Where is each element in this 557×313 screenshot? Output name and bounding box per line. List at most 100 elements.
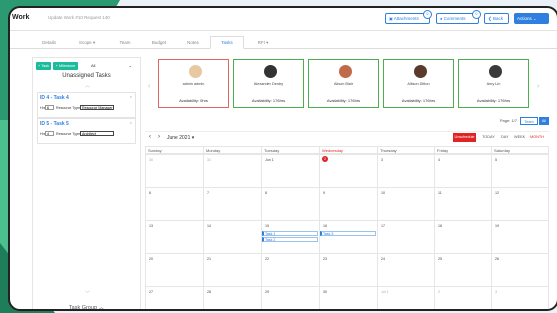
close-icon[interactable]: × bbox=[130, 94, 132, 99]
calendar-day-today[interactable]: 2 bbox=[319, 154, 377, 187]
avatar bbox=[489, 65, 502, 78]
weekday-header: Thursday bbox=[377, 146, 434, 154]
task-title: ID 5 - Task 5 bbox=[40, 121, 69, 127]
weekday-header: Friday bbox=[434, 146, 491, 154]
add-task-button[interactable]: + Task bbox=[36, 62, 51, 70]
chevron-left-icon[interactable]: ‹ bbox=[148, 83, 150, 90]
calendar-day[interactable]: 10 bbox=[377, 187, 434, 220]
tab-notes[interactable]: Notes bbox=[178, 37, 208, 48]
calendar-day[interactable]: 11 bbox=[434, 187, 491, 220]
resource-availability: Availability: 176hrs bbox=[401, 98, 436, 103]
calendar-day[interactable]: 12 bbox=[491, 187, 549, 220]
chevron-up-icon[interactable]: ︿ bbox=[85, 82, 90, 89]
week-view-button[interactable]: WEEK bbox=[514, 135, 525, 139]
resource-type-select[interactable]: Architect bbox=[80, 131, 114, 136]
today-button[interactable]: TODAY bbox=[482, 135, 495, 139]
calendar-day[interactable]: Jun 1 bbox=[261, 154, 319, 187]
all-filter-button[interactable]: All bbox=[539, 117, 549, 125]
calendar-day[interactable]: 13 bbox=[145, 220, 203, 253]
calendar-day[interactable]: 3 bbox=[491, 286, 549, 309]
month-view-button[interactable]: MONTH bbox=[530, 135, 544, 139]
team-filter-button[interactable]: Team bbox=[520, 117, 538, 125]
task-group-toggle[interactable]: Task Group ︿ bbox=[33, 303, 140, 311]
actions-button[interactable]: Actions ⌄ bbox=[514, 13, 549, 24]
chevron-down-icon: ▾ bbox=[266, 40, 269, 45]
resource-name: admin admin bbox=[182, 82, 205, 86]
calendar-day[interactable]: 7 bbox=[203, 187, 261, 220]
comments-button[interactable]: ● Comments 0 bbox=[436, 10, 481, 24]
resource-availability: Availability: 176hrs bbox=[251, 98, 286, 103]
tab-scope[interactable]: Scope ▾ bbox=[68, 37, 106, 48]
calendar-day[interactable]: 20 bbox=[145, 253, 203, 286]
resource-name: Alexander Dentry bbox=[253, 82, 284, 86]
calendar-day[interactable]: 19 bbox=[491, 220, 549, 253]
calendar-day[interactable]: 29 bbox=[261, 286, 319, 309]
calendar-day[interactable]: 5 bbox=[491, 154, 549, 187]
resource-card[interactable]: Alexander Dentry Availability: 176hrs bbox=[233, 59, 304, 108]
calendar-day[interactable]: 31 bbox=[203, 154, 261, 187]
tab-rfi[interactable]: RFI ▾ bbox=[246, 37, 280, 48]
calendar-day[interactable]: 8 bbox=[261, 187, 319, 220]
resource-card[interactable]: admin admin Availability: 0hrs bbox=[158, 59, 229, 108]
chevron-down-icon[interactable]: ﹀ bbox=[85, 290, 90, 297]
calendar-day[interactable]: 23 bbox=[319, 253, 377, 286]
page-subtitle: Update Work #10 Request 140 bbox=[48, 15, 110, 20]
resource-card[interactable]: Amy Lin Availability: 176hrs bbox=[458, 59, 529, 108]
resource-type-select[interactable]: Resource Manager bbox=[80, 105, 114, 110]
task-title: ID 4 - Task 4 bbox=[40, 95, 69, 101]
calendar-day[interactable]: 30 bbox=[145, 154, 203, 187]
avatar bbox=[264, 65, 277, 78]
chevron-left-icon[interactable]: ‹ bbox=[149, 134, 151, 140]
calendar-day[interactable]: 28 bbox=[203, 286, 261, 309]
calendar-day[interactable]: 6 bbox=[145, 187, 203, 220]
tab-team[interactable]: Team bbox=[110, 37, 140, 48]
resource-card[interactable]: Alison Blair Availability: 176hrs bbox=[308, 59, 379, 108]
calendar-day[interactable]: 30 bbox=[319, 286, 377, 309]
calendar-event[interactable]: Task 1 bbox=[262, 231, 318, 236]
calendar-day[interactable]: 26 bbox=[491, 253, 549, 286]
add-milestone-button[interactable]: + Milestone bbox=[53, 62, 78, 70]
back-button[interactable]: ❮ Back bbox=[484, 13, 509, 24]
chevron-up-icon: ︿ bbox=[98, 305, 105, 311]
close-icon[interactable]: × bbox=[130, 120, 132, 125]
hours-input[interactable]: 4 bbox=[45, 131, 54, 136]
tab-budget[interactable]: Budget bbox=[143, 37, 175, 48]
resource-card[interactable]: Allison Ditton Availability: 176hrs bbox=[383, 59, 454, 108]
calendar-event[interactable]: Task 3 bbox=[320, 231, 376, 236]
paperclip-icon: ▣ bbox=[389, 16, 393, 21]
calendar-day[interactable]: 4 bbox=[434, 154, 491, 187]
resource-type-label: Resource Type bbox=[56, 106, 81, 110]
unschedule-button[interactable]: Unschedule bbox=[453, 133, 476, 142]
unassigned-task-card[interactable]: ID 4 - Task 4 × Hrs 6 Resource Type Reso… bbox=[37, 92, 136, 118]
calendar-event[interactable]: Task 2 bbox=[262, 237, 318, 242]
tab-details[interactable]: Details bbox=[34, 37, 64, 48]
calendar-day[interactable]: 3 bbox=[377, 154, 434, 187]
calendar-day[interactable]: 17 bbox=[377, 220, 434, 253]
calendar-day[interactable]: 27 bbox=[145, 286, 203, 309]
tab-tasks[interactable]: Tasks bbox=[210, 36, 244, 49]
calendar-day[interactable]: 21 bbox=[203, 253, 261, 286]
calendar-day[interactable]: 2 bbox=[434, 286, 491, 309]
unassigned-task-card[interactable]: ID 5 - Task 5 × Hrs 4 Resource Type Arch… bbox=[37, 118, 136, 144]
chevron-right-icon[interactable]: › bbox=[537, 83, 539, 90]
resource-name: Amy Lin bbox=[486, 82, 501, 86]
hours-input[interactable]: 6 bbox=[45, 105, 54, 110]
comments-icon: ● bbox=[440, 16, 443, 21]
calendar-day[interactable]: 15 Task 1 Task 2 bbox=[261, 220, 319, 253]
day-view-button[interactable]: DAY bbox=[501, 135, 509, 139]
calendar-day[interactable]: 22 bbox=[261, 253, 319, 286]
month-selector[interactable]: June 2021 ▾ bbox=[167, 135, 194, 141]
calendar: ‹ › June 2021 ▾ Unschedule TODAY DAY WEE… bbox=[145, 131, 549, 309]
calendar-day[interactable]: 18 bbox=[434, 220, 491, 253]
attachments-button[interactable]: ▣ Attachments 0 bbox=[385, 10, 432, 24]
calendar-day[interactable]: 25 bbox=[434, 253, 491, 286]
calendar-day[interactable]: 16 Task 3 bbox=[319, 220, 377, 253]
task-filter-select[interactable]: All ⌄ bbox=[91, 62, 133, 70]
weekday-header: Sunday bbox=[145, 146, 203, 154]
calendar-day[interactable]: 9 bbox=[319, 187, 377, 220]
chevron-right-icon[interactable]: › bbox=[158, 134, 160, 140]
calendar-day[interactable]: 24 bbox=[377, 253, 434, 286]
calendar-toolbar: ‹ › June 2021 ▾ Unschedule TODAY DAY WEE… bbox=[145, 132, 549, 144]
calendar-day[interactable]: Jul 1 bbox=[377, 286, 434, 309]
calendar-day[interactable]: 14 bbox=[203, 220, 261, 253]
